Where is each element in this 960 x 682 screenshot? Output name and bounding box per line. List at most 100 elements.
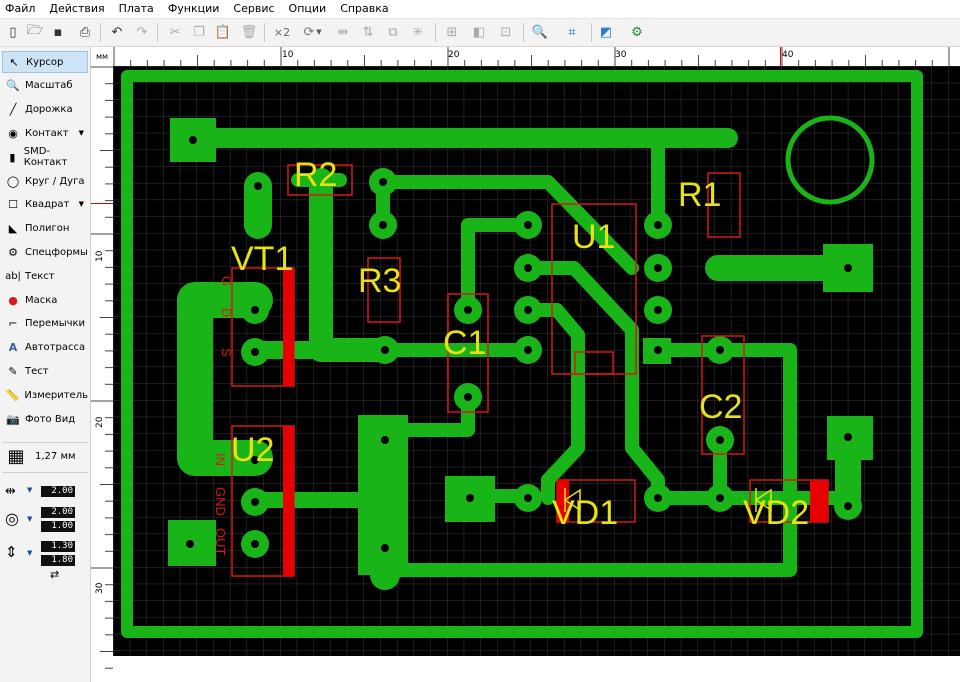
chevron-down-icon[interactable]: ▼ — [27, 515, 32, 523]
special-forms-icon: ⚙ — [8, 245, 18, 259]
tool-text[interactable]: ab| Текст — [2, 265, 88, 287]
redo-icon[interactable]: ↷ — [133, 23, 151, 41]
component-icon[interactable]: ◧ — [470, 23, 488, 41]
vt1-bar — [283, 268, 294, 386]
ruler-unit: мм — [91, 47, 113, 66]
menu-options[interactable]: Опции — [282, 0, 334, 18]
ruler-top-label: 40 — [782, 50, 794, 60]
macro-icon[interactable]: ⊡ — [497, 23, 515, 41]
track-width-field[interactable]: 2.00 — [41, 486, 75, 497]
tool-label: Масштаб — [25, 79, 73, 91]
chevron-down-icon[interactable]: ▼ — [79, 129, 84, 137]
ruler-top-label: 20 — [448, 50, 460, 60]
smd-width-field[interactable]: 1.30 — [41, 541, 75, 552]
pin-label-out: OUT — [213, 528, 228, 556]
group-icon[interactable]: ✳ — [409, 23, 427, 41]
pin-label-in: IN — [213, 453, 228, 466]
chevron-down-icon[interactable]: ▼ — [27, 549, 32, 557]
cut-icon[interactable]: ✂ — [166, 23, 184, 41]
menu-service[interactable]: Сервис — [226, 0, 281, 18]
swap-icon[interactable]: ⇄ — [50, 568, 59, 581]
tool-test[interactable]: ✎ Тест — [2, 360, 88, 382]
tool-label: Полигон — [25, 222, 70, 234]
grid-size-label: 1,27 мм — [35, 450, 76, 462]
pcb-canvas[interactable]: R2 R1 R3 U1 VT1 C1 C2 U2 VD1 VD2 G D S I… — [113, 66, 960, 656]
align-icon[interactable]: ⧉ — [384, 23, 402, 41]
tool-track[interactable]: ╱ Дорожка — [2, 98, 88, 120]
duplicate-button[interactable]: ×2 — [270, 23, 294, 41]
menu-actions[interactable]: Действия — [42, 0, 111, 18]
tool-pad[interactable]: ◉ Контакт ▼ — [2, 122, 88, 144]
autoroute-icon: A — [8, 340, 18, 354]
label-r2: R2 — [294, 156, 337, 194]
ruler-top: 10 20 30 40 — [113, 47, 960, 67]
tool-label: SMD-Контакт — [23, 146, 68, 168]
print-icon[interactable]: ⎙ — [76, 23, 94, 41]
tool-label: Контакт — [25, 127, 69, 139]
tool-label: Тест — [25, 365, 49, 377]
settings-icon[interactable]: ⚙ — [628, 23, 646, 41]
smd-size-icon: ⇕ — [5, 543, 18, 561]
ruler-left-label: 30 — [95, 582, 105, 594]
label-c2: C2 — [699, 388, 742, 426]
tool-label: Маска — [25, 294, 58, 306]
ruler-icon: 📏 — [5, 388, 20, 402]
photo-icon[interactable]: ◩ — [597, 23, 615, 41]
delete-icon[interactable]: 🗑 — [240, 23, 258, 41]
tool-autoroute[interactable]: A Автотрасса — [2, 336, 88, 358]
tool-label: Фото Вид — [25, 413, 76, 425]
tool-measure[interactable]: 📏 Измеритель — [2, 384, 88, 406]
tool-special-forms[interactable]: ⚙ Спецформы — [2, 241, 88, 263]
pad-size-icon: ◎ — [5, 509, 19, 528]
mirror-h-icon[interactable]: ⇹ — [334, 23, 352, 41]
chevron-down-icon[interactable]: ▼ — [27, 486, 32, 494]
chevron-down-icon[interactable]: ▼ — [314, 23, 324, 41]
menu-board[interactable]: Плата — [112, 0, 161, 18]
mirror-v-icon[interactable]: ⇅ — [359, 23, 377, 41]
tool-label: Текст — [25, 270, 55, 282]
pad-inner-field[interactable]: 1.00 — [41, 521, 75, 532]
track-icon: ╱ — [9, 102, 17, 116]
tool-polygon[interactable]: ◣ Полигон — [2, 217, 88, 239]
smd-height-field[interactable]: 1.80 — [41, 555, 75, 566]
ruler-left-label: 10 — [95, 250, 105, 262]
menu-file[interactable]: Файл — [0, 0, 42, 18]
label-u1: U1 — [572, 218, 615, 256]
vd2-bar — [810, 480, 828, 522]
save-icon[interactable]: ▪ — [49, 23, 67, 41]
tool-cursor[interactable]: ↖ Курсор — [2, 51, 88, 73]
label-vt1: VT1 — [231, 240, 293, 278]
pin-label-gnd: GND — [213, 487, 228, 516]
tool-label: Автотрасса — [25, 341, 86, 353]
jumper-icon: ⌐ — [8, 316, 18, 330]
cursor-icon: ↖ — [9, 55, 19, 69]
new-file-icon[interactable]: ▯ — [4, 23, 22, 41]
tool-jumper[interactable]: ⌐ Перемычки — [2, 312, 88, 334]
tool-circle[interactable]: ◯ Круг / Дуга — [2, 170, 88, 192]
test-icon: ✎ — [8, 364, 18, 378]
pin-label-g: G — [219, 276, 234, 286]
copy-icon[interactable]: ❐ — [190, 23, 208, 41]
paste-icon[interactable]: 📋 — [214, 23, 232, 41]
chevron-down-icon[interactable]: ▼ — [79, 200, 84, 208]
cursor-marker-y — [91, 203, 113, 204]
pad-outer-field[interactable]: 2.00 — [41, 507, 75, 518]
tool-square[interactable]: ☐ Квадрат ▼ — [2, 193, 88, 215]
open-folder-icon[interactable]: 🗁 — [26, 23, 44, 41]
tool-label: Квадрат — [25, 198, 70, 210]
tool-zoom[interactable]: 🔍 Масштаб — [2, 74, 88, 96]
cursor-marker-x — [780, 47, 781, 66]
grid-selector[interactable]: ▦ 1,27 мм — [2, 442, 88, 469]
menu-bar: Файл Действия Плата Функции Сервис Опции… — [0, 0, 960, 19]
tool-photo-view[interactable]: 📷 Фото Вид — [2, 408, 88, 430]
ruler-ticks — [113, 47, 950, 66]
menu-functions[interactable]: Функции — [161, 0, 227, 18]
search-icon[interactable]: 🔍 — [531, 23, 549, 41]
ruler-left-label: 20 — [95, 416, 105, 428]
menu-help[interactable]: Справка — [333, 0, 395, 18]
tool-smd-pad[interactable]: ▮ SMD-Контакт — [2, 146, 88, 168]
undo-icon[interactable]: ↶ — [108, 23, 126, 41]
zoom-fit-icon[interactable]: ⌗ — [563, 23, 581, 41]
tool-mask[interactable]: ● Маска — [2, 289, 88, 311]
ungroup-icon[interactable]: ⊞ — [443, 23, 461, 41]
